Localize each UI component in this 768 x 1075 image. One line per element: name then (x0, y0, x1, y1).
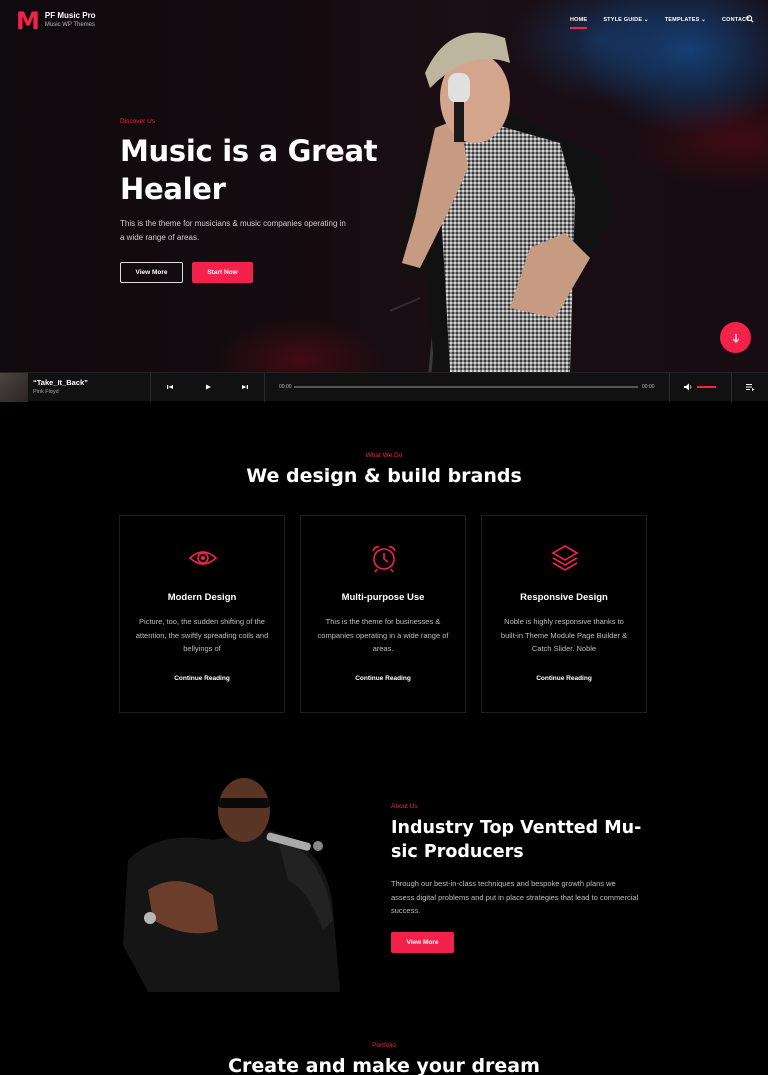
next-track-icon[interactable] (240, 382, 250, 392)
about-text: Through our best-in-class techniques and… (391, 879, 639, 915)
site-logo[interactable]: M PF Music Pro Music WP Themes (16, 9, 96, 33)
portfolio-title: Create and make your dream (228, 1055, 540, 1075)
track-thumbnail (0, 373, 28, 402)
site-title: PF Music Pro (44, 11, 96, 20)
service-card-text: This is the theme for businesses & compa… (317, 617, 449, 653)
chevron-down-icon: ⌄ (643, 17, 649, 23)
current-time: 00:00 (279, 384, 292, 390)
about-eyebrow: About Us (391, 803, 418, 810)
search-icon[interactable] (746, 15, 754, 23)
service-card-text: Noble is highly responsive thanks to bui… (500, 617, 628, 653)
nav-item-templates[interactable]: TEMPLATES ⌄ (665, 17, 706, 23)
arrow-down-icon (732, 333, 739, 343)
divider (669, 373, 670, 402)
layers-icon (551, 545, 579, 571)
scroll-down-button[interactable] (720, 322, 751, 353)
alarm-clock-icon (372, 546, 396, 573)
total-time: 00:00 (642, 384, 655, 390)
eye-icon (188, 551, 218, 565)
play-icon[interactable] (203, 382, 213, 392)
service-card-title: Multi-purpose Use (341, 592, 425, 603)
service-card: Modern Design Picture, too, the sudden s… (119, 515, 285, 713)
service-card-text: Picture, too, the sudden shifting of the… (135, 617, 269, 653)
progress-bar[interactable] (294, 386, 638, 388)
portfolio-eyebrow: Portfolio (372, 1042, 396, 1049)
playlist-icon[interactable] (745, 382, 755, 392)
logo-mark: M (16, 7, 40, 35)
previous-track-icon[interactable] (165, 382, 175, 392)
divider (731, 373, 732, 402)
volume-slider[interactable] (697, 386, 716, 388)
services-eyebrow: What We Do (365, 452, 403, 459)
continue-reading-link[interactable]: Continue Reading (301, 675, 465, 682)
volume-icon[interactable] (683, 382, 693, 392)
continue-reading-link[interactable]: Continue Reading (120, 675, 284, 682)
hero-eyebrow: Discover Us (120, 118, 156, 125)
about-view-more-button[interactable]: View More (391, 932, 454, 953)
hero-section: M PF Music Pro Music WP Themes HOME STYL… (0, 0, 768, 372)
audio-player: “Take_It_Back” Pink Floyd 00:00 00:00 (0, 372, 768, 402)
about-performer-image (123, 778, 340, 992)
hero-singer-image (390, 32, 615, 372)
nav-item-label: TEMPLATES (664, 17, 700, 23)
service-card-title: Responsive Design (520, 592, 608, 603)
hero-title: Music is a Great Healer (120, 134, 378, 206)
track-artist: Pink Floyd (33, 389, 59, 395)
hero-text: This is the theme for musicians & music … (120, 219, 346, 242)
site-tagline: Music WP Themes (44, 22, 96, 28)
continue-reading-link[interactable]: Continue Reading (482, 675, 646, 682)
about-title: Industry Top Ventted Mu-sic Producers (391, 818, 642, 862)
divider (264, 373, 265, 402)
service-card: Multi-purpose Use This is the theme for … (300, 515, 466, 713)
start-now-button[interactable]: Start Now (192, 262, 253, 283)
view-more-button[interactable]: View More (120, 262, 183, 283)
divider (150, 373, 151, 402)
service-card-title: Modern Design (167, 592, 237, 603)
service-card: Responsive Design Noble is highly respon… (481, 515, 647, 713)
track-title: “Take_It_Back” (33, 378, 88, 387)
chevron-down-icon: ⌄ (701, 17, 706, 23)
services-title: We design & build brands (246, 465, 522, 487)
